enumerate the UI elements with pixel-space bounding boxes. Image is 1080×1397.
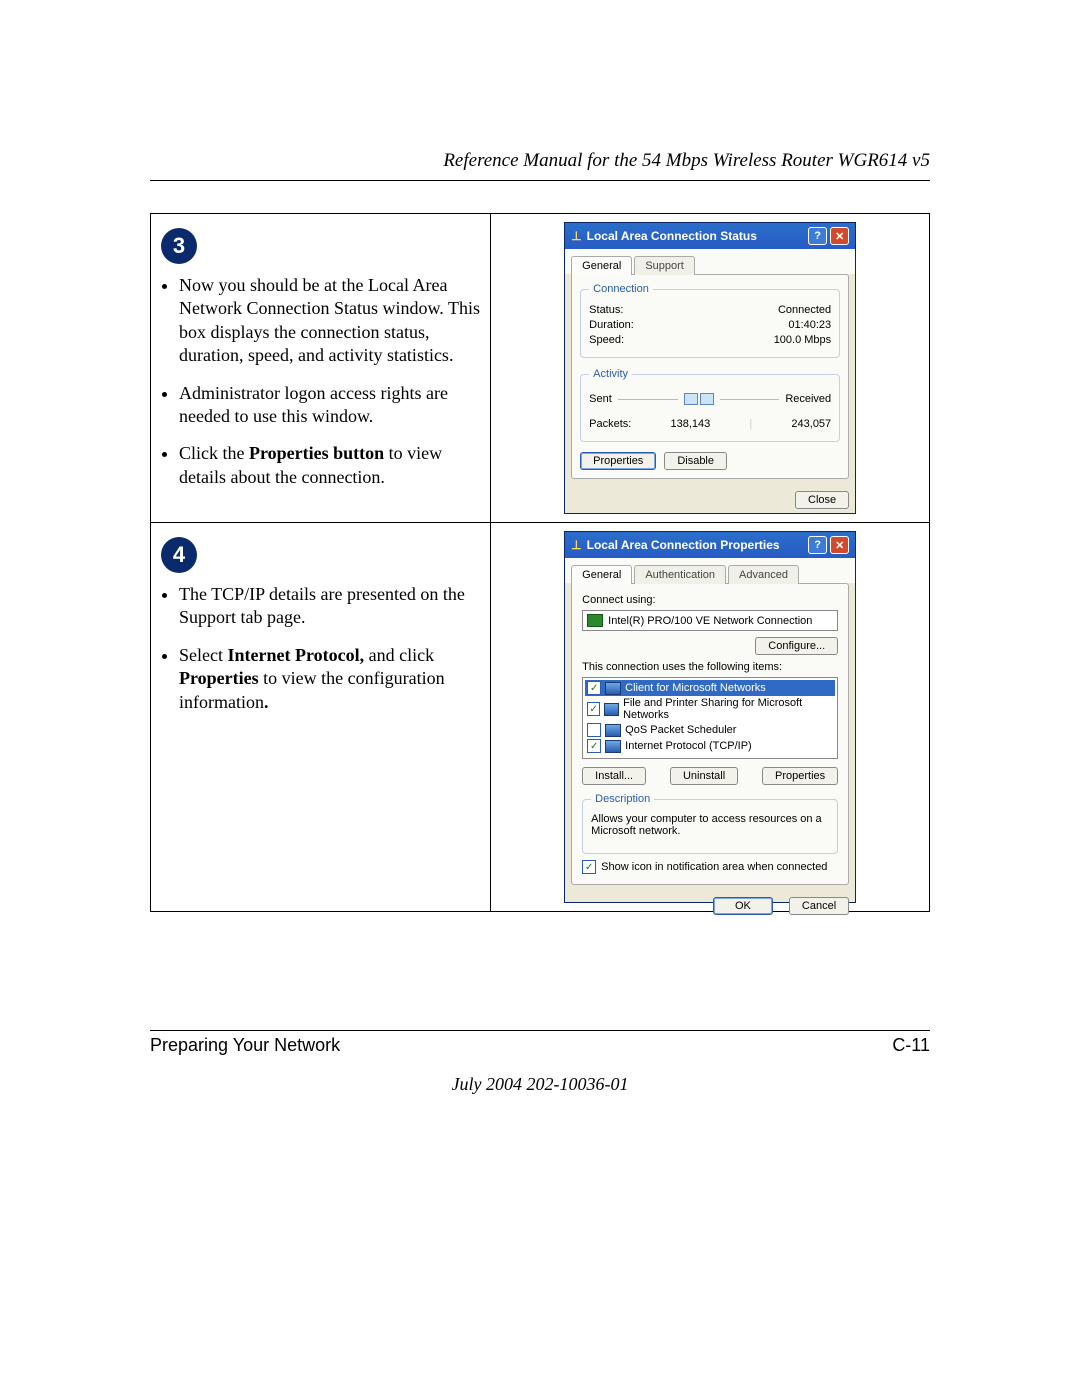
item-label: File and Printer Sharing for Microsoft N… (623, 697, 833, 721)
component-icon (605, 740, 621, 753)
list-item-tcpip[interactable]: ✓ Internet Protocol (TCP/IP) (585, 738, 835, 754)
tab-advanced[interactable]: Advanced (728, 565, 799, 584)
show-icon-label: Show icon in notification area when conn… (601, 861, 827, 873)
rule-top (150, 180, 930, 181)
component-icon (605, 724, 621, 737)
step3-bullet-1: Now you should be at the Local Area Netw… (179, 274, 484, 368)
components-list[interactable]: ✓ Client for Microsoft Networks ✓ File a… (582, 677, 838, 759)
duration-label: Duration: (589, 319, 634, 331)
description-text: Allows your computer to access resources… (591, 813, 829, 837)
speed-value: 100.0 Mbps (774, 334, 831, 346)
speed-label: Speed: (589, 334, 624, 346)
show-icon-checkbox[interactable]: ✓ (582, 860, 596, 874)
close-icon[interactable]: ✕ (830, 536, 849, 554)
step4-bullet-1: The TCP/IP details are presented on the … (179, 583, 484, 630)
configure-button[interactable]: Configure... (755, 637, 838, 655)
packets-label: Packets: (589, 418, 631, 430)
connect-using-label: Connect using: (582, 594, 838, 606)
footer-section: Preparing Your Network (150, 1035, 340, 1056)
step3-text-cell: 3 Now you should be at the Local Area Ne… (151, 214, 491, 523)
rule-bottom (150, 1030, 930, 1031)
step4-text-cell: 4 The TCP/IP details are presented on th… (151, 523, 491, 912)
component-icon (604, 703, 619, 716)
footer-pagenum: C-11 (892, 1035, 930, 1056)
component-icon (605, 682, 621, 695)
duration-value: 01:40:23 (788, 319, 831, 331)
uninstall-button[interactable]: Uninstall (670, 767, 738, 785)
status-title-text: Local Area Connection Status (587, 229, 757, 243)
doc-title: Reference Manual for the 54 Mbps Wireles… (150, 150, 930, 172)
properties-window: ⊥ Local Area Connection Properties ? ✕ G… (564, 531, 856, 903)
sent-label: Sent (589, 393, 612, 405)
cancel-button[interactable]: Cancel (789, 897, 849, 915)
packets-sent: 138,143 (671, 418, 711, 430)
help-icon[interactable]: ? (808, 227, 827, 245)
step3-bullet-2: Administrator logon access rights are ne… (179, 382, 484, 429)
adapter-name: Intel(R) PRO/100 VE Network Connection (608, 615, 812, 627)
activity-legend: Activity (589, 368, 632, 380)
activity-group: Activity Sent Received Packets: 138,143 (580, 368, 840, 442)
checkbox[interactable]: ✓ (587, 739, 601, 753)
list-item-client[interactable]: ✓ Client for Microsoft Networks (585, 680, 835, 696)
props-title-text: Local Area Connection Properties (587, 538, 780, 552)
tab-general[interactable]: General (571, 256, 632, 275)
step3-bullet-3: Click the Properties button to view deta… (179, 442, 484, 489)
close-icon[interactable]: ✕ (830, 227, 849, 245)
step4-badge: 4 (161, 537, 197, 573)
item-label: Internet Protocol (TCP/IP) (625, 740, 752, 752)
footer-date: July 2004 202-10036-01 (150, 1074, 930, 1095)
item-label: Client for Microsoft Networks (625, 682, 766, 694)
activity-icon (684, 388, 714, 410)
tab-authentication[interactable]: Authentication (634, 565, 726, 584)
network-icon: ⊥ (571, 538, 581, 552)
status-titlebar: ⊥ Local Area Connection Status ? ✕ (565, 223, 855, 249)
network-icon: ⊥ (571, 229, 581, 243)
item-label: QoS Packet Scheduler (625, 724, 736, 736)
checkbox[interactable]: ✓ (587, 702, 600, 716)
status-value: Connected (778, 304, 831, 316)
received-label: Received (785, 393, 831, 405)
connection-group: Connection Status: Connected Duration: 01:… (580, 283, 840, 358)
description-group: Description Allows your computer to acce… (582, 793, 838, 854)
disable-button[interactable]: Disable (664, 452, 727, 470)
connection-legend: Connection (589, 283, 653, 295)
list-item-fileprint[interactable]: ✓ File and Printer Sharing for Microsoft… (585, 696, 835, 722)
list-item-qos[interactable]: QoS Packet Scheduler (585, 722, 835, 738)
install-button[interactable]: Install... (582, 767, 646, 785)
step4-bullet-2: Select Internet Protocol, and click Prop… (179, 644, 484, 714)
properties-button[interactable]: Properties (580, 452, 656, 470)
nic-icon (587, 614, 603, 627)
steps-table: 3 Now you should be at the Local Area Ne… (150, 213, 930, 912)
close-button[interactable]: Close (795, 491, 849, 509)
checkbox[interactable]: ✓ (587, 681, 601, 695)
tab-support[interactable]: Support (634, 256, 695, 275)
tab-general[interactable]: General (571, 565, 632, 584)
status-window: ⊥ Local Area Connection Status ? ✕ Gener… (564, 222, 856, 514)
adapter-field: Intel(R) PRO/100 VE Network Connection (582, 610, 838, 631)
step3-badge: 3 (161, 228, 197, 264)
status-label: Status: (589, 304, 623, 316)
properties-button[interactable]: Properties (762, 767, 838, 785)
step3-figure-cell: ⊥ Local Area Connection Status ? ✕ Gener… (491, 214, 930, 523)
uses-items-label: This connection uses the following items… (582, 661, 838, 673)
description-legend: Description (591, 793, 654, 805)
help-icon[interactable]: ? (808, 536, 827, 554)
step4-figure-cell: ⊥ Local Area Connection Properties ? ✕ G… (491, 523, 930, 912)
packets-received: 243,057 (791, 418, 831, 430)
props-titlebar: ⊥ Local Area Connection Properties ? ✕ (565, 532, 855, 558)
ok-button[interactable]: OK (713, 897, 773, 915)
checkbox[interactable] (587, 723, 601, 737)
